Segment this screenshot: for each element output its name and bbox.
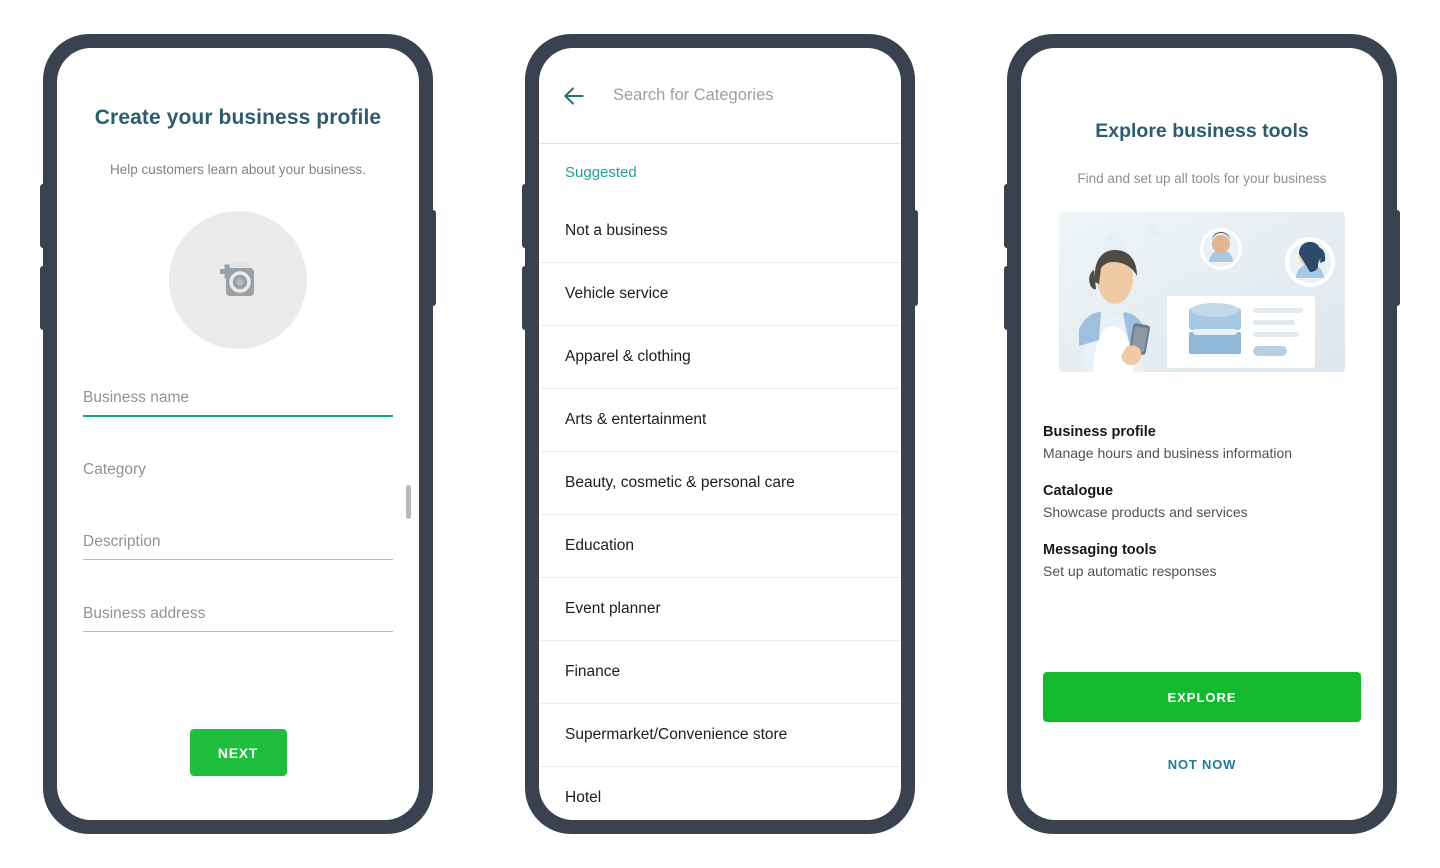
feature-item: Business profile Manage hours and busine… bbox=[1043, 424, 1361, 461]
page-title: Create your business profile bbox=[94, 106, 382, 129]
list-item[interactable]: Education bbox=[539, 514, 901, 577]
avatar-placeholder-circle[interactable] bbox=[169, 211, 307, 349]
field-business-name[interactable]: Business name bbox=[83, 385, 393, 457]
volume-up-button[interactable] bbox=[1004, 184, 1008, 248]
business-name-underline bbox=[83, 415, 393, 417]
list-item[interactable]: Vehicle service bbox=[539, 262, 901, 325]
list-item[interactable]: Apparel & clothing bbox=[539, 325, 901, 388]
next-button[interactable]: NEXT bbox=[189, 729, 287, 776]
field-business-address[interactable]: Business address bbox=[83, 601, 393, 673]
phone-frame-2: Search for Categories Suggested Not a bu… bbox=[522, 34, 918, 834]
volume-down-button[interactable] bbox=[1004, 266, 1008, 330]
list-item[interactable]: Supermarket/Convenience store bbox=[539, 703, 901, 766]
phone-mockups-stage: Create your business profile Help custom… bbox=[0, 0, 1440, 868]
business-name-label: Business name bbox=[83, 389, 189, 406]
phone-frame-1: Create your business profile Help custom… bbox=[40, 34, 436, 834]
feature-list: Business profile Manage hours and busine… bbox=[1043, 424, 1361, 601]
search-header: Search for Categories bbox=[539, 48, 901, 144]
screen-create-business-profile: Create your business profile Help custom… bbox=[57, 48, 419, 820]
power-button[interactable] bbox=[914, 210, 918, 306]
feature-title: Messaging tools bbox=[1043, 542, 1157, 558]
search-input[interactable]: Search for Categories bbox=[613, 86, 774, 105]
illustration-area bbox=[1043, 208, 1361, 388]
business-owner-with-phone-illustration bbox=[1059, 212, 1345, 372]
page-subtitle: Help customers learn about your business… bbox=[110, 162, 366, 177]
field-category[interactable]: Category bbox=[83, 457, 411, 529]
business-address-underline bbox=[83, 631, 393, 632]
explore-button[interactable]: EXPLORE bbox=[1043, 672, 1361, 722]
screen-search-categories: Search for Categories Suggested Not a bu… bbox=[539, 48, 901, 820]
scrollbar-thumb[interactable] bbox=[406, 485, 411, 519]
feature-title: Business profile bbox=[1043, 424, 1156, 440]
feature-title: Catalogue bbox=[1043, 483, 1114, 499]
list-item[interactable]: Finance bbox=[539, 640, 901, 703]
business-address-label: Business address bbox=[83, 605, 206, 622]
screen-explore-business-tools: Explore business tools Find and set up a… bbox=[1021, 48, 1383, 820]
not-now-button[interactable]: NOT NOW bbox=[1043, 744, 1361, 784]
volume-down-button[interactable] bbox=[522, 266, 526, 330]
feature-description: Manage hours and business information bbox=[1043, 445, 1293, 461]
feature-item: Messaging tools Set up automatic respons… bbox=[1043, 542, 1361, 579]
volume-up-button[interactable] bbox=[522, 184, 526, 248]
page-subtitle: Find and set up all tools for your busin… bbox=[1077, 171, 1327, 186]
feature-description: Set up automatic responses bbox=[1043, 563, 1217, 579]
category-underline bbox=[83, 487, 393, 488]
list-item[interactable]: Arts & entertainment bbox=[539, 388, 901, 451]
field-description[interactable]: Description bbox=[83, 529, 393, 601]
back-arrow-icon[interactable] bbox=[561, 83, 587, 109]
power-button[interactable] bbox=[432, 210, 436, 306]
feature-item: Catalogue Showcase products and services bbox=[1043, 483, 1361, 520]
volume-up-button[interactable] bbox=[40, 184, 44, 248]
phone-frame-3: Explore business tools Find and set up a… bbox=[1004, 34, 1400, 834]
section-header-suggested: Suggested bbox=[565, 164, 637, 181]
list-item[interactable]: Beauty, cosmetic & personal care bbox=[539, 451, 901, 514]
power-button[interactable] bbox=[1396, 210, 1400, 306]
description-label: Description bbox=[83, 533, 161, 550]
description-underline bbox=[83, 559, 393, 560]
next-button-row: NEXT bbox=[83, 729, 393, 776]
feature-description: Showcase products and services bbox=[1043, 504, 1248, 520]
list-item[interactable]: Event planner bbox=[539, 577, 901, 640]
avatar-upload-area[interactable] bbox=[83, 211, 393, 349]
list-item[interactable]: Not a business bbox=[539, 199, 901, 262]
page-title: Explore business tools bbox=[1095, 120, 1309, 142]
volume-down-button[interactable] bbox=[40, 266, 44, 330]
list-item[interactable]: Hotel bbox=[539, 766, 901, 820]
category-label: Category bbox=[83, 461, 146, 478]
add-photo-icon bbox=[220, 263, 254, 296]
category-list[interactable]: Suggested Not a business Vehicle service… bbox=[539, 144, 901, 820]
business-profile-form: Business name Category Description Busin… bbox=[83, 385, 411, 673]
